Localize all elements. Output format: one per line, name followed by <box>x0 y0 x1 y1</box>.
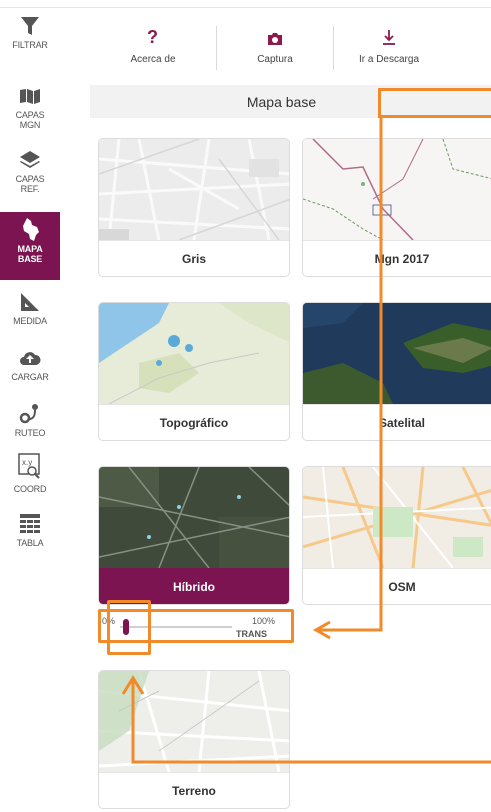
annotation-arrows <box>121 118 491 764</box>
